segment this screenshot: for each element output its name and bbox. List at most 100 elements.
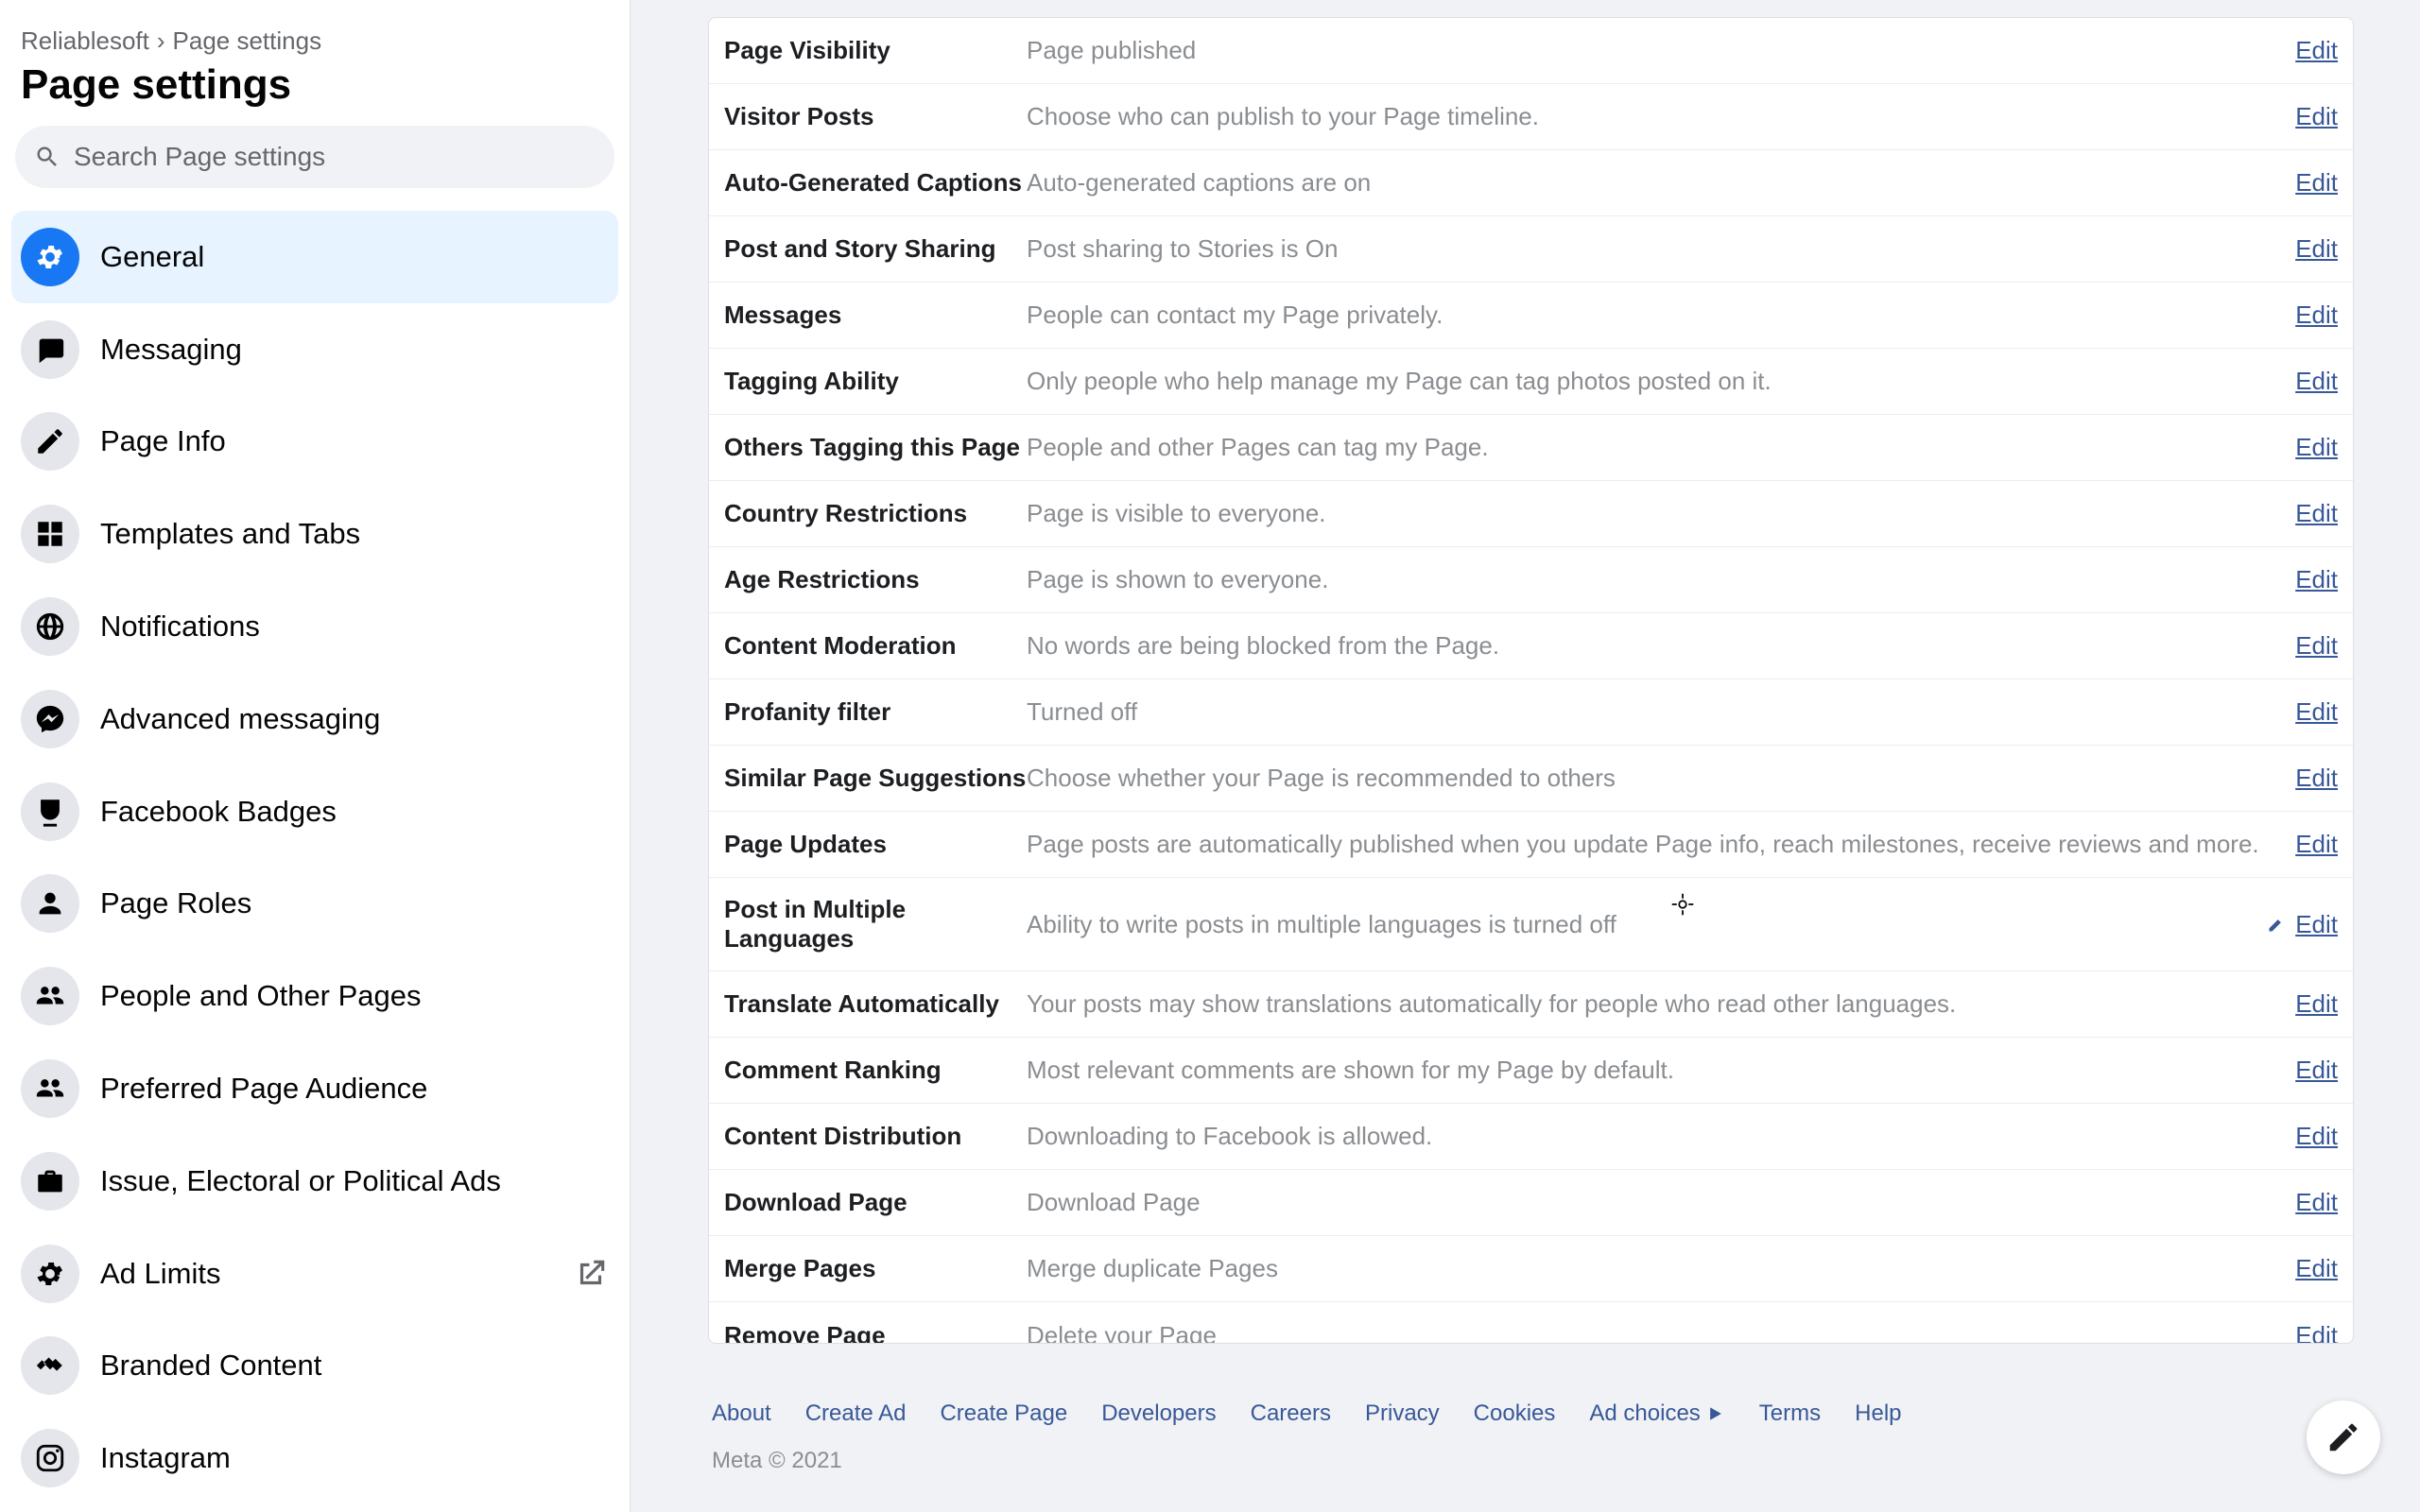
setting-row-post-story-sharing[interactable]: Post and Story SharingPost sharing to St… [709, 216, 2353, 283]
setting-row-page-visibility[interactable]: Page VisibilityPage publishedEdit [709, 18, 2353, 84]
sidebar-item-ad-limits[interactable]: Ad Limits [11, 1228, 618, 1320]
setting-row-visitor-posts[interactable]: Visitor PostsChoose who can publish to y… [709, 84, 2353, 150]
edit-label: Edit [2295, 764, 2338, 793]
adchoices-icon [1706, 1404, 1725, 1423]
edit-link[interactable]: Edit [2295, 234, 2338, 264]
footer-link-developers[interactable]: Developers [1101, 1400, 1216, 1427]
search-input[interactable] [74, 142, 596, 172]
globe-icon [21, 597, 79, 656]
edit-link[interactable]: Edit [2295, 1188, 2338, 1217]
setting-row-captions[interactable]: Auto-Generated CaptionsAuto-generated ca… [709, 150, 2353, 216]
sidebar-item-label: General [100, 240, 204, 274]
edit-link[interactable]: Edit [2295, 697, 2338, 727]
search-icon [34, 144, 60, 170]
edit-link[interactable]: Edit [2267, 910, 2338, 939]
setting-label: Download Page [724, 1188, 1027, 1217]
edit-link[interactable]: Edit [2295, 1056, 2338, 1085]
footer-link-privacy[interactable]: Privacy [1365, 1400, 1440, 1427]
edit-link[interactable]: Edit [2295, 433, 2338, 462]
setting-row-multi-lang[interactable]: Post in Multiple LanguagesAbility to wri… [709, 878, 2353, 971]
search-container[interactable] [15, 126, 614, 188]
setting-value: Page is visible to everyone. [1027, 499, 2295, 528]
footer-copyright: Meta © 2021 [712, 1448, 2350, 1474]
briefcase-icon [21, 1152, 79, 1211]
edit-link[interactable]: Edit [2295, 301, 2338, 330]
sidebar-item-badges[interactable]: Facebook Badges [11, 765, 618, 858]
edit-label: Edit [2295, 1056, 2338, 1085]
sidebar-item-instagram[interactable]: Instagram [11, 1412, 618, 1504]
instagram-icon [21, 1429, 79, 1487]
handshake-icon [21, 1336, 79, 1395]
setting-label: Comment Ranking [724, 1056, 1027, 1085]
footer-link-create-ad[interactable]: Create Ad [805, 1400, 907, 1427]
setting-value: Page is shown to everyone. [1027, 565, 2295, 594]
footer: About Create Ad Create Page Developers Caree… [708, 1400, 2354, 1512]
footer-link-label: Create Ad [805, 1400, 907, 1427]
setting-row-updates[interactable]: Page UpdatesPage posts are automatically… [709, 812, 2353, 878]
setting-row-messages[interactable]: MessagesPeople can contact my Page priva… [709, 283, 2353, 349]
edit-link[interactable]: Edit [2295, 367, 2338, 396]
edit-link[interactable]: Edit [2295, 764, 2338, 793]
edit-link[interactable]: Edit [2295, 1122, 2338, 1151]
edit-link[interactable]: Edit [2295, 36, 2338, 65]
compose-icon [2325, 1419, 2361, 1455]
footer-link-about[interactable]: About [712, 1400, 771, 1427]
sidebar-item-notifications[interactable]: Notifications [11, 580, 618, 673]
footer-link-careers[interactable]: Careers [1251, 1400, 1331, 1427]
setting-row-tagging[interactable]: Tagging AbilityOnly people who help mana… [709, 349, 2353, 415]
footer-link-help[interactable]: Help [1855, 1400, 1901, 1427]
setting-row-similar[interactable]: Similar Page SuggestionsChoose whether y… [709, 746, 2353, 812]
setting-row-age[interactable]: Age RestrictionsPage is shown to everyon… [709, 547, 2353, 613]
setting-value: Post sharing to Stories is On [1027, 234, 2295, 264]
sidebar-item-label: People and Other Pages [100, 979, 422, 1013]
edit-link[interactable]: Edit [2295, 102, 2338, 131]
setting-row-download[interactable]: Download PageDownload PageEdit [709, 1170, 2353, 1236]
setting-label: Post in Multiple Languages [724, 895, 1027, 954]
edit-link[interactable]: Edit [2295, 1321, 2338, 1345]
setting-row-comment-rank[interactable]: Comment RankingMost relevant comments ar… [709, 1038, 2353, 1104]
sidebar-nav: General MessagingPage InfoTemplates and T… [8, 211, 622, 1504]
setting-label: Others Tagging this Page [724, 433, 1027, 462]
edit-link[interactable]: Edit [2295, 989, 2338, 1019]
setting-row-content-dist[interactable]: Content DistributionDownloading to Faceb… [709, 1104, 2353, 1170]
sidebar-item-general[interactable]: General [11, 211, 618, 303]
setting-value: Turned off [1027, 697, 2295, 727]
setting-label: Auto-Generated Captions [724, 168, 1027, 198]
breadcrumb-current[interactable]: Page settings [173, 26, 322, 56]
footer-link-cookies[interactable]: Cookies [1474, 1400, 1556, 1427]
sidebar-item-page-info[interactable]: Page Info [11, 395, 618, 488]
sidebar-item-people-pages[interactable]: People and Other Pages [11, 950, 618, 1042]
setting-row-profanity[interactable]: Profanity filterTurned offEdit [709, 679, 2353, 746]
edit-link[interactable]: Edit [2295, 830, 2338, 859]
sidebar-item-messaging[interactable]: Messaging [11, 303, 618, 396]
setting-row-remove[interactable]: Remove PageDelete your PageEdit [709, 1302, 2353, 1344]
edit-link[interactable]: Edit [2295, 168, 2338, 198]
setting-row-others-tagging[interactable]: Others Tagging this PagePeople and other… [709, 415, 2353, 481]
edit-label: Edit [2295, 1122, 2338, 1151]
sidebar-item-branded[interactable]: Branded Content [11, 1319, 618, 1412]
footer-link-create-page[interactable]: Create Page [940, 1400, 1067, 1427]
compose-fab[interactable] [2307, 1400, 2380, 1474]
sidebar-item-adv-messaging[interactable]: Advanced messaging [11, 673, 618, 765]
setting-row-moderation[interactable]: Content ModerationNo words are being blo… [709, 613, 2353, 679]
pencil-icon [2267, 915, 2286, 934]
edit-label: Edit [2295, 433, 2338, 462]
edit-link[interactable]: Edit [2295, 565, 2338, 594]
footer-link-ad-choices[interactable]: Ad choices [1589, 1400, 1724, 1427]
setting-row-merge[interactable]: Merge PagesMerge duplicate PagesEdit [709, 1236, 2353, 1302]
gear-icon [21, 1245, 79, 1303]
setting-value: Merge duplicate Pages [1027, 1254, 2295, 1283]
edit-link[interactable]: Edit [2295, 631, 2338, 661]
edit-link[interactable]: Edit [2295, 1254, 2338, 1283]
setting-label: Tagging Ability [724, 367, 1027, 396]
sidebar-item-pref-audience[interactable]: Preferred Page Audience [11, 1042, 618, 1135]
edit-link[interactable]: Edit [2295, 499, 2338, 528]
setting-value: People can contact my Page privately. [1027, 301, 2295, 330]
setting-row-country[interactable]: Country RestrictionsPage is visible to e… [709, 481, 2353, 547]
breadcrumb-parent[interactable]: Reliablesoft [21, 26, 149, 56]
sidebar-item-page-roles[interactable]: Page Roles [11, 857, 618, 950]
sidebar-item-political-ads[interactable]: Issue, Electoral or Political Ads [11, 1135, 618, 1228]
footer-link-terms[interactable]: Terms [1759, 1400, 1821, 1427]
sidebar-item-templates[interactable]: Templates and Tabs [11, 488, 618, 580]
setting-row-translate[interactable]: Translate AutomaticallyYour posts may sh… [709, 971, 2353, 1038]
